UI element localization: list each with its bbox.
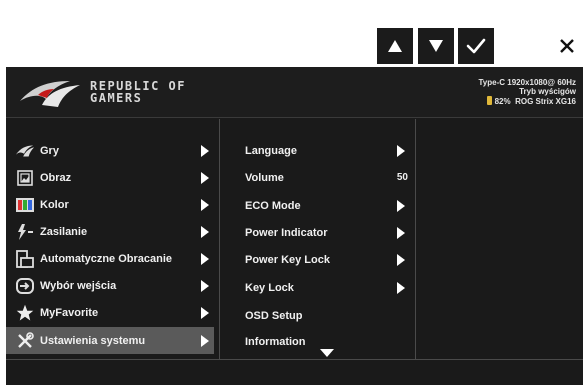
osd-header: REPUBLIC OF GAMERS Type-C 1920x1080@ 60H… <box>6 67 583 118</box>
menu-item-ustawienia-systemu[interactable]: Ustawienia systemu <box>6 327 214 354</box>
color-icon <box>15 195 35 215</box>
close-button[interactable] <box>549 28 585 64</box>
down-button[interactable] <box>418 28 454 64</box>
chevron-right-icon <box>201 198 209 211</box>
scroll-down-icon <box>320 349 334 357</box>
submenu-item-power-indicator[interactable]: Power Indicator <box>226 219 416 246</box>
submenu-item-label: Information <box>245 335 306 348</box>
model-name: ROG Strix XG16 <box>515 97 576 106</box>
submenu-item-label: Key Lock <box>245 281 294 294</box>
tools-icon <box>15 331 35 351</box>
osd-panel: REPUBLIC OF GAMERS Type-C 1920x1080@ 60H… <box>6 67 583 385</box>
menu-item-wybor-wejscia[interactable]: Wybór wejścia <box>6 272 214 299</box>
chevron-right-icon <box>397 199 405 212</box>
menu-item-label: Gry <box>40 144 59 157</box>
menu-item-label: Wybór wejścia <box>40 279 117 292</box>
battery-model-row: 82% ROG Strix XG16 <box>479 96 576 106</box>
chevron-right-icon <box>397 253 405 266</box>
submenu-item-label: ECO Mode <box>245 199 301 212</box>
chevron-right-icon <box>201 252 209 265</box>
chevron-right-icon <box>201 225 209 238</box>
menu-item-label: Obraz <box>40 171 72 184</box>
chevron-right-icon <box>201 279 209 292</box>
submenu-item-label: Power Key Lock <box>245 253 330 266</box>
rog-logo-icon <box>20 81 80 107</box>
submenu-item-label: Volume <box>245 171 284 184</box>
submenu-item-label: OSD Setup <box>245 309 303 322</box>
main-menu: Gry Obraz Kolor Zasilanie Automatyczne O… <box>6 137 214 355</box>
star-icon <box>15 303 35 323</box>
checkmark-icon <box>466 38 486 54</box>
menu-item-label: Zasilanie <box>40 225 88 238</box>
close-icon <box>560 39 574 53</box>
menu-item-label: MyFavorite <box>40 306 99 319</box>
menu-item-kolor[interactable]: Kolor <box>6 191 214 218</box>
chevron-right-icon <box>201 144 209 157</box>
battery-icon <box>486 96 492 105</box>
rotate-icon <box>15 249 35 269</box>
picture-icon <box>15 168 35 188</box>
up-button[interactable] <box>377 28 413 64</box>
submenu-item-osd-setup[interactable]: OSD Setup <box>226 302 416 329</box>
menu-item-zasilanie[interactable]: Zasilanie <box>6 218 214 245</box>
column-divider <box>219 119 220 359</box>
status-info: Type-C 1920x1080@ 60Hz Tryb wyścigów 82%… <box>479 78 576 106</box>
submenu-item-key-lock[interactable]: Key Lock <box>226 274 416 301</box>
menu-item-gry[interactable]: Gry <box>6 137 214 164</box>
input-icon <box>15 276 35 296</box>
brand-line2: GAMERS <box>90 91 143 105</box>
menu-item-label: Kolor <box>40 198 69 211</box>
chevron-right-icon <box>201 306 209 319</box>
input-resolution-text: Type-C 1920x1080@ 60Hz <box>478 78 576 87</box>
submenu-item-power-key-lock[interactable]: Power Key Lock <box>226 246 416 273</box>
footer-divider <box>6 359 583 360</box>
chevron-right-icon <box>397 144 405 157</box>
chevron-right-icon <box>201 334 209 347</box>
menu-item-label: Automatyczne Obracanie <box>40 252 173 265</box>
column-divider <box>415 119 416 359</box>
chevron-right-icon <box>397 226 405 239</box>
mode-text: Tryb wyścigów <box>519 87 576 96</box>
power-icon <box>15 222 35 242</box>
submenu-item-label: Power Indicator <box>245 226 328 239</box>
menu-item-automatyczne-obracanie[interactable]: Automatyczne Obracanie <box>6 245 214 272</box>
brand-text: REPUBLIC OF GAMERS <box>90 80 186 104</box>
triangle-down-icon <box>429 40 443 52</box>
chevron-right-icon <box>201 171 209 184</box>
submenu: Language Volume 50 ECO Mode Power Indica… <box>226 137 416 357</box>
submenu-item-label: Language <box>245 144 297 157</box>
gamepad-icon <box>15 141 35 161</box>
menu-item-obraz[interactable]: Obraz <box>6 164 214 191</box>
confirm-button[interactable] <box>458 28 494 64</box>
submenu-item-volume[interactable]: Volume 50 <box>226 164 416 191</box>
submenu-item-language[interactable]: Language <box>226 137 416 164</box>
menu-item-myfavorite[interactable]: MyFavorite <box>6 299 214 326</box>
battery-percent: 82% <box>494 97 511 106</box>
volume-value: 50 <box>396 172 408 183</box>
menu-item-label: Ustawienia systemu <box>40 334 146 347</box>
triangle-up-icon <box>388 40 402 52</box>
submenu-item-eco-mode[interactable]: ECO Mode <box>226 192 416 219</box>
chevron-right-icon <box>397 281 405 294</box>
